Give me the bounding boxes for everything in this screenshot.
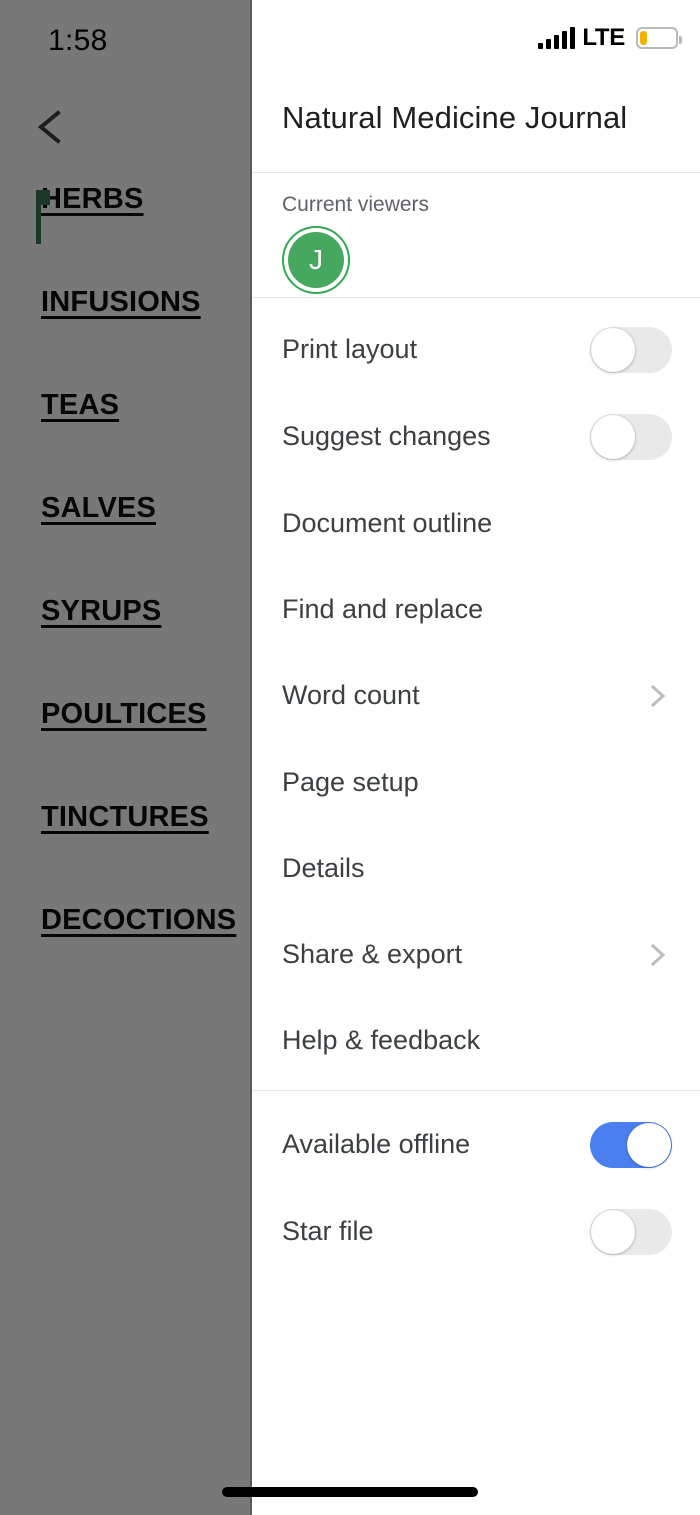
- document-heading-label: DECOCTIONS: [41, 904, 237, 936]
- menu-item-label: Star file: [282, 1216, 374, 1246]
- menu-item-available-offline[interactable]: Available offline: [252, 1101, 700, 1188]
- chevron-right-icon: [644, 683, 670, 709]
- document-headings: HERBS INFUSIONS TEAS SALVES SYRUPS POULT…: [0, 182, 250, 1006]
- chevron-right-icon: [644, 942, 670, 968]
- menu-item-label: Page setup: [282, 767, 419, 797]
- current-viewers-label: Current viewers: [282, 193, 430, 216]
- document-status-bar: 1:58: [0, 0, 250, 82]
- network-type-label: LTE: [582, 24, 625, 51]
- status-clock: 1:58: [48, 24, 108, 57]
- document-heading-label: SALVES: [41, 492, 157, 524]
- menu-item-label: Find and replace: [282, 594, 484, 624]
- status-bar-right: LTE: [538, 24, 682, 52]
- menu-item-suggest-changes[interactable]: Suggest changes: [252, 393, 700, 480]
- divider: [252, 1090, 700, 1091]
- menu-item-find-and-replace[interactable]: Find and replace: [252, 566, 700, 653]
- document-heading-label: INFUSIONS: [41, 286, 201, 318]
- document-heading: SALVES: [0, 491, 250, 594]
- star-file-toggle[interactable]: [590, 1208, 672, 1255]
- document-layer: 1:58 HERBS INFUSIONS TEAS SALVES SYRUPS …: [0, 0, 250, 1515]
- menu-item-page-setup[interactable]: Page setup: [252, 739, 700, 826]
- document-heading-label: TEAS: [41, 389, 120, 421]
- chevron-left-icon: [22, 98, 80, 156]
- divider: [252, 172, 700, 173]
- available-offline-toggle[interactable]: [590, 1121, 672, 1168]
- menu-item-label: Suggest changes: [282, 421, 491, 451]
- signal-bars-icon: [538, 27, 576, 49]
- document-heading-label: SYRUPS: [41, 595, 162, 627]
- avatar[interactable]: J: [282, 226, 350, 294]
- menu-item-print-layout[interactable]: Print layout: [252, 306, 700, 393]
- avatar-initial: J: [288, 232, 344, 288]
- document-heading: SYRUPS: [0, 594, 250, 697]
- document-heading: INFUSIONS: [0, 285, 250, 388]
- options-panel: LTE Natural Medicine Journal Current vie…: [250, 0, 700, 1515]
- menu-item-word-count[interactable]: Word count: [252, 652, 700, 739]
- menu-item-document-outline[interactable]: Document outline: [252, 480, 700, 567]
- menu-item-label: Details: [282, 853, 365, 883]
- menu-item-label: Document outline: [282, 508, 493, 538]
- document-heading: TEAS: [0, 388, 250, 491]
- menu-item-label: Print layout: [282, 334, 418, 364]
- document-heading-label: TINCTURES: [41, 801, 209, 833]
- collaborator-cursor-icon: [36, 190, 50, 244]
- divider: [252, 297, 700, 298]
- print-layout-toggle[interactable]: [590, 326, 672, 373]
- menu-item-details[interactable]: Details: [252, 825, 700, 912]
- menu-item-help-and-feedback[interactable]: Help & feedback: [252, 997, 700, 1084]
- status-bar: LTE: [252, 0, 700, 82]
- battery-low-icon: [636, 27, 682, 49]
- menu-item-star-file[interactable]: Star file: [252, 1188, 700, 1275]
- document-heading: TINCTURES: [0, 800, 250, 903]
- page-title: Natural Medicine Journal: [282, 100, 628, 135]
- suggest-changes-toggle[interactable]: [590, 413, 672, 460]
- back-button[interactable]: [22, 98, 80, 156]
- menu-item-label: Help & feedback: [282, 1025, 481, 1055]
- current-viewers-section: Current viewers J: [252, 180, 700, 297]
- phone-screen: 1:58 HERBS INFUSIONS TEAS SALVES SYRUPS …: [0, 0, 700, 1515]
- menu-item-share-and-export[interactable]: Share & export: [252, 911, 700, 998]
- menu-item-label: Word count: [282, 680, 420, 710]
- document-heading-label: POULTICES: [41, 698, 207, 730]
- home-indicator[interactable]: [222, 1487, 478, 1497]
- menu-item-label: Available offline: [282, 1129, 471, 1159]
- document-heading-label: HERBS: [41, 183, 144, 215]
- menu-item-label: Share & export: [282, 939, 463, 969]
- document-heading: DECOCTIONS: [0, 903, 250, 1006]
- document-heading: POULTICES: [0, 697, 250, 800]
